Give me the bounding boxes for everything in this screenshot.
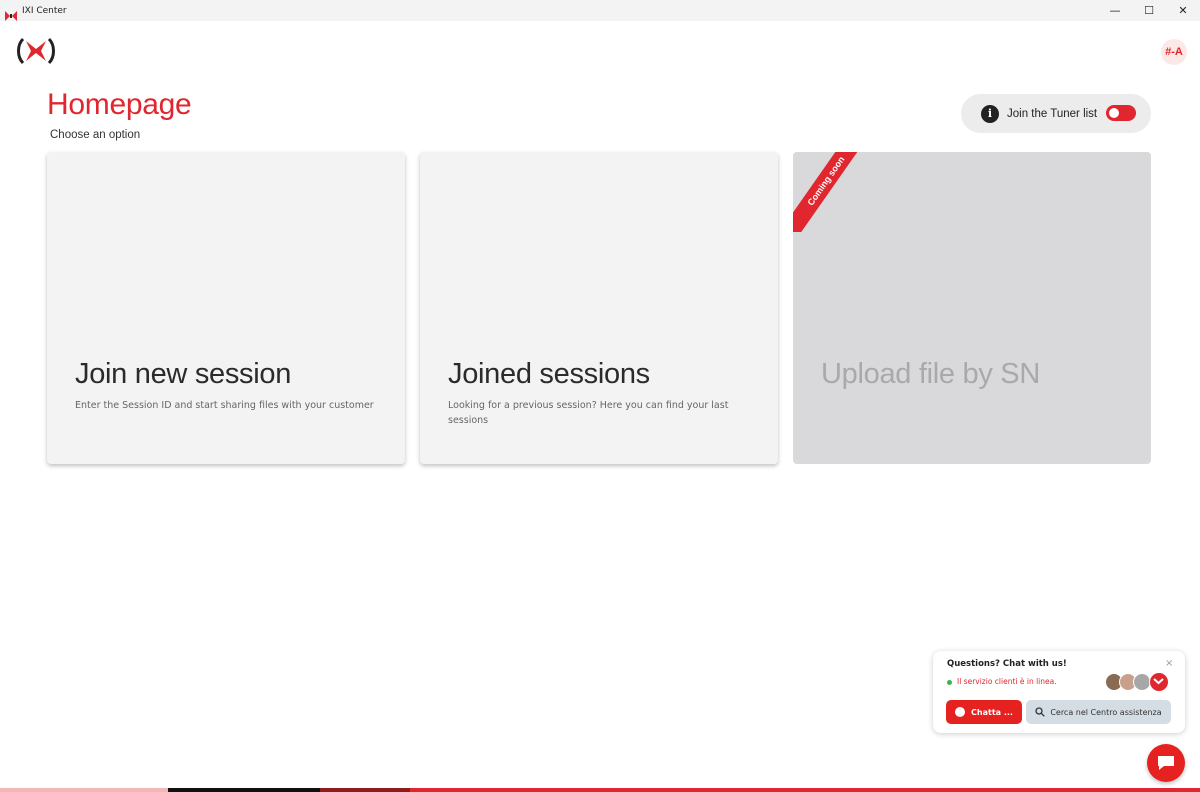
ixi-logo-icon[interactable] <box>15 37 57 65</box>
start-chat-label: Chatta ... <box>971 707 1013 717</box>
search-icon <box>1035 707 1046 717</box>
toggle-knob <box>1109 108 1119 118</box>
tuner-list-toggle[interactable] <box>1106 105 1136 121</box>
window-title: IXI Center <box>22 5 67 16</box>
card-title: Upload file by SN <box>821 358 1040 390</box>
card-title: Join new session <box>75 358 292 390</box>
card-description: Enter the Session ID and start sharing f… <box>75 400 374 411</box>
stripe-segment <box>168 788 320 792</box>
chat-widget: Questions? Chat with us! × Il servizio c… <box>933 651 1185 733</box>
stripe-segment <box>0 788 168 792</box>
app-icon <box>5 6 17 21</box>
maximize-button[interactable]: ☐ <box>1132 0 1166 21</box>
chat-title: Questions? Chat with us! <box>947 659 1067 669</box>
coming-soon-ribbon: Coming soon <box>793 152 873 232</box>
info-icon[interactable]: i <box>981 104 999 123</box>
online-status-dot <box>947 680 952 685</box>
close-icon[interactable]: × <box>1165 658 1173 669</box>
window-titlebar: IXI Center — ☐ ✕ <box>0 0 1200 21</box>
brand-avatar-icon <box>1149 672 1169 692</box>
chat-bubble-icon <box>955 707 966 717</box>
card-title: Joined sessions <box>448 358 650 390</box>
ribbon-label: Coming soon <box>793 152 871 232</box>
stripe-segment <box>320 788 410 792</box>
help-center-label: Cerca nel Centro assistenza <box>1050 707 1162 717</box>
chat-launcher-button[interactable] <box>1147 744 1185 782</box>
card-description: Looking for a previous session? Here you… <box>448 400 729 426</box>
minimize-button[interactable]: — <box>1098 0 1132 21</box>
page-title: Homepage <box>47 88 192 121</box>
tuner-list-label: Join the Tuner list <box>1007 107 1098 120</box>
stripe-segment <box>410 788 1200 792</box>
start-chat-button[interactable]: Chatta ... <box>946 700 1022 724</box>
help-center-search-button[interactable]: Cerca nel Centro assistenza <box>1026 700 1171 724</box>
chat-status: Il servizio clienti è in linea. <box>957 677 1057 686</box>
tuner-list-toggle-pill: i Join the Tuner list <box>961 94 1151 133</box>
chat-icon <box>1158 756 1174 770</box>
upload-file-by-sn-card: Coming soon Upload file by SN <box>793 152 1151 464</box>
close-window-button[interactable]: ✕ <box>1166 0 1200 21</box>
bottom-stripe <box>0 788 1200 792</box>
window-controls: — ☐ ✕ <box>1098 0 1200 21</box>
agent-avatars <box>1105 672 1175 693</box>
page-subtitle: Choose an option <box>50 129 141 141</box>
user-avatar[interactable]: #-A <box>1161 39 1187 65</box>
joined-sessions-card[interactable]: Joined sessions Looking for a previous s… <box>420 152 778 464</box>
join-new-session-card[interactable]: Join new session Enter the Session ID an… <box>47 152 405 464</box>
